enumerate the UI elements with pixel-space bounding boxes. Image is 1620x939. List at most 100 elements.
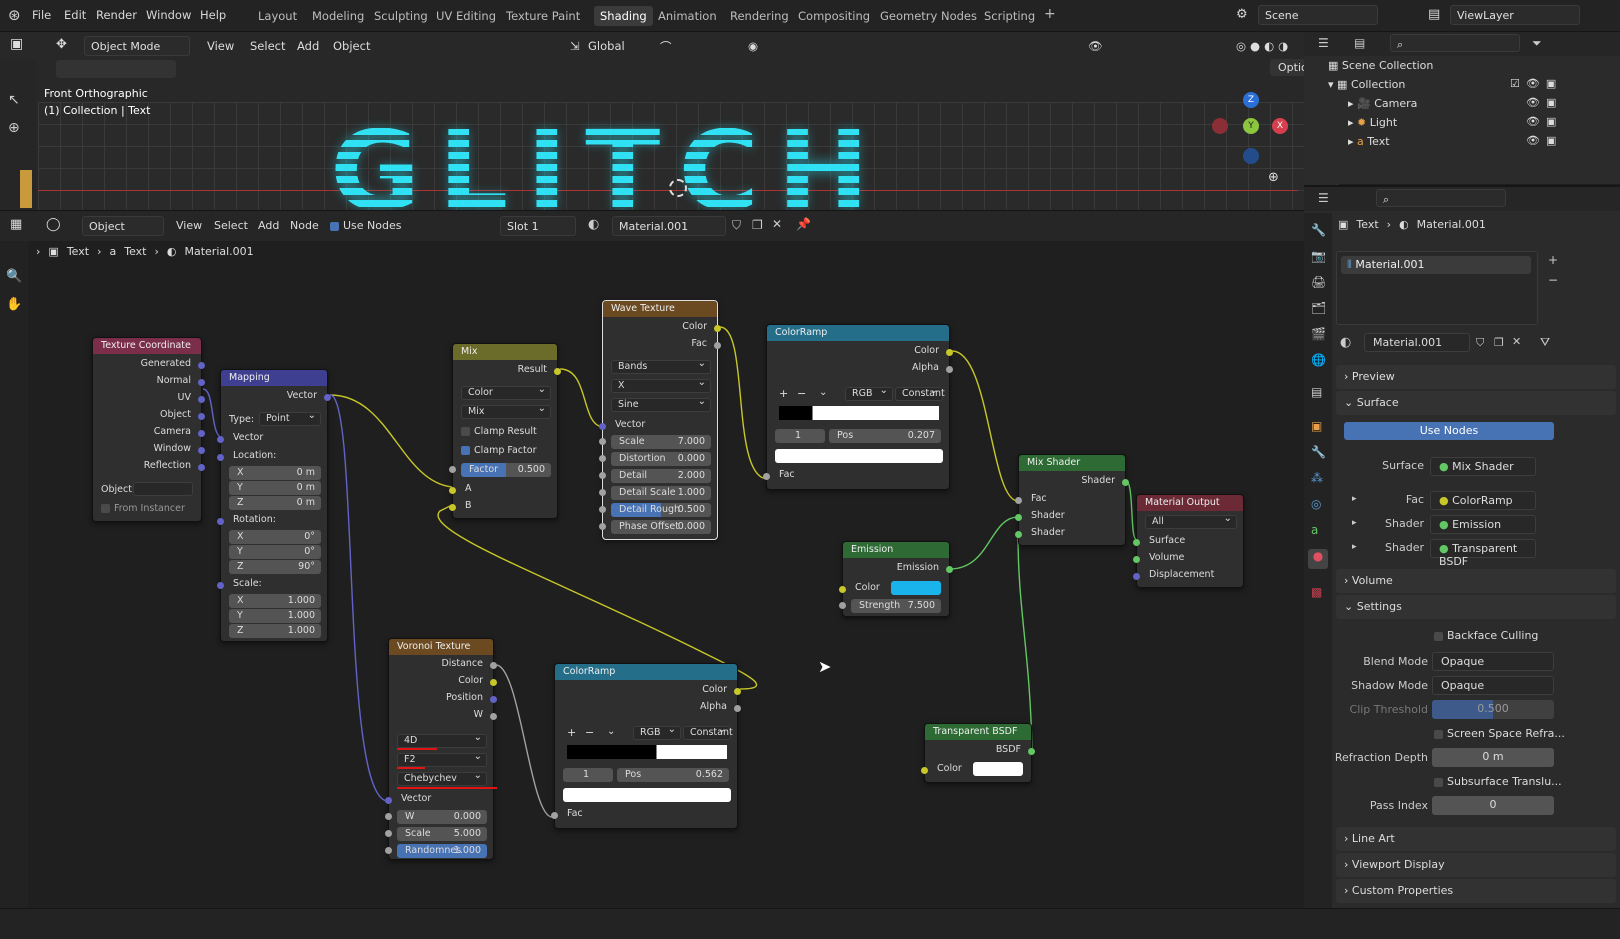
collection-toggles[interactable]: ☑👁▣: [1510, 77, 1562, 90]
socket[interactable]: [449, 487, 456, 494]
node-menu-add[interactable]: Add: [258, 219, 279, 232]
data-tab-icon[interactable]: a: [1311, 523, 1318, 537]
stop-position[interactable]: Pos 0.562: [617, 768, 729, 782]
stop-color-swatch[interactable]: [775, 449, 943, 463]
socket[interactable]: [198, 464, 205, 471]
stop-index[interactable]: 1: [563, 768, 613, 782]
socket[interactable]: [714, 325, 721, 332]
socket[interactable]: [734, 688, 741, 695]
remove-slot-icon[interactable]: −: [1548, 273, 1558, 287]
browse-node-icon[interactable]: ⛛: [1540, 335, 1550, 350]
outliner-row[interactable]: ▸ ✹ Light: [1348, 116, 1397, 129]
node-mix-shader[interactable]: Mix Shader Shader Fac Shader Shader: [1015, 454, 1129, 546]
socket[interactable]: [449, 466, 456, 473]
add-slot-icon[interactable]: +: [1548, 253, 1558, 267]
scene-icon[interactable]: ⚙: [1236, 7, 1248, 22]
wave-type-dropdown[interactable]: Bands: [611, 358, 711, 374]
fake-user-icon[interactable]: ⛉: [732, 218, 741, 233]
expand-icon[interactable]: ▸: [1348, 135, 1354, 148]
gizmo-y[interactable]: Y: [1243, 118, 1259, 134]
clip-threshold-slider[interactable]: 0.500: [1432, 700, 1554, 719]
panel-settings[interactable]: ⌄ Settings: [1336, 595, 1616, 619]
tab-modeling[interactable]: Modeling: [312, 9, 364, 23]
output-tab-icon[interactable]: 🖨: [1311, 275, 1326, 289]
display-mode-icon[interactable]: ▤: [1354, 36, 1365, 50]
emission-strength[interactable]: Strength 7.500: [851, 599, 941, 613]
filter-icon[interactable]: ⏷: [1532, 36, 1542, 51]
proportional-edit-icon[interactable]: ◉: [748, 39, 758, 53]
socket[interactable]: [1122, 479, 1129, 486]
material-slot-list[interactable]: ⦀ Material.001: [1336, 251, 1538, 325]
tool-tab-icon[interactable]: 🔧: [1311, 223, 1326, 237]
material-name-field[interactable]: Material.001: [1364, 333, 1470, 352]
surface-shader-field[interactable]: ● Mix Shader: [1430, 457, 1536, 476]
stop-color-swatch[interactable]: [563, 788, 731, 802]
zoom-icon[interactable]: 🔍: [6, 269, 22, 284]
tab-sculpting[interactable]: Sculpting: [374, 9, 428, 23]
clamp-result-checkbox[interactable]: Clamp Result: [461, 426, 537, 437]
panel-line-art[interactable]: › Line Art: [1336, 827, 1616, 851]
add-stop-icon[interactable]: +: [567, 726, 576, 739]
subsurface-translucency-checkbox[interactable]: Subsurface Translu...: [1434, 775, 1562, 788]
socket[interactable]: [217, 518, 224, 525]
outliner-search[interactable]: ⌕: [1390, 34, 1520, 52]
collapse-icon[interactable]: ▾: [1328, 78, 1334, 91]
socket[interactable]: [217, 454, 224, 461]
stop-position[interactable]: Pos 0.207: [829, 429, 941, 443]
3d-viewport[interactable]: ▣ ✥ Object Mode View Select Add Object ⇲…: [0, 32, 1340, 210]
outliner-row[interactable]: ▦ Scene Collection: [1328, 59, 1433, 72]
voronoi-feature-dropdown[interactable]: F2: [397, 751, 487, 767]
gizmo-neg-x[interactable]: [1212, 118, 1228, 134]
node-material-output[interactable]: Material Output All Surface Volume Displ…: [1133, 494, 1244, 588]
screen-space-refraction-checkbox[interactable]: Screen Space Refra...: [1434, 727, 1565, 740]
use-nodes-button[interactable]: Use Nodes: [1344, 422, 1554, 440]
text-toggles[interactable]: 👁▣: [1526, 134, 1562, 147]
glitch-text-object[interactable]: GLITCH: [330, 116, 887, 210]
tab-shading[interactable]: Shading: [594, 6, 653, 26]
from-instancer-checkbox[interactable]: From Instancer: [101, 503, 185, 514]
transform-orientation[interactable]: Global: [588, 39, 625, 53]
outliner[interactable]: ☰ ▤ ⌕ ⏷ ▦ Scene Collection ▾ ▦ Collectio…: [1304, 32, 1620, 184]
expand-icon[interactable]: ▸: [1348, 97, 1354, 110]
fake-user-icon[interactable]: ⛉: [1476, 336, 1484, 350]
pass-index-field[interactable]: 0: [1432, 796, 1554, 815]
panel-volume[interactable]: › Volume: [1336, 569, 1616, 593]
visibility-icon[interactable]: 👁: [1088, 39, 1103, 53]
socket[interactable]: [198, 362, 205, 369]
panel-preview[interactable]: › Preview: [1336, 365, 1616, 389]
unlink-material-icon[interactable]: ✕: [772, 217, 782, 231]
socket[interactable]: [714, 342, 721, 349]
mix-data-type-dropdown[interactable]: Color: [461, 384, 551, 400]
gizmo-neg-z[interactable]: [1243, 148, 1259, 164]
mode-selector[interactable]: Object Mode: [84, 36, 190, 56]
menu-file[interactable]: File: [32, 8, 51, 22]
socket[interactable]: [921, 767, 928, 774]
render-tab-icon[interactable]: 📷: [1311, 249, 1326, 263]
node-colorramp-2[interactable]: ColorRamp Color Alpha + − ⌄ RGB Constant…: [551, 663, 741, 829]
shadow-mode-dropdown[interactable]: Opaque: [1432, 676, 1554, 695]
socket[interactable]: [946, 566, 953, 573]
interpolation-dropdown[interactable]: Constant: [895, 385, 945, 401]
add-workspace-icon[interactable]: +: [1044, 6, 1056, 22]
socket[interactable]: [551, 812, 558, 819]
cursor-tool-icon[interactable]: ⊕: [8, 120, 20, 136]
duplicate-material-icon[interactable]: ❐: [752, 218, 763, 232]
gizmo-z[interactable]: Z: [1243, 92, 1259, 108]
socket[interactable]: [198, 413, 205, 420]
view-layer-tab-icon[interactable]: 🗂: [1311, 301, 1326, 315]
navigation-gizmo[interactable]: Z Y X: [1212, 92, 1292, 172]
texture-tab-icon[interactable]: ▩: [1311, 585, 1322, 599]
ramp-menu-icon[interactable]: ⌄: [607, 726, 615, 737]
scene-selector[interactable]: Scene: [1258, 5, 1378, 25]
tab-layout[interactable]: Layout: [258, 9, 297, 23]
node-texture-coordinate[interactable]: Texture Coordinate Generated Normal UV O…: [92, 337, 205, 522]
outliner-row[interactable]: ▸ 🎥 Camera: [1348, 97, 1417, 110]
socket[interactable]: [599, 423, 606, 430]
menu-render[interactable]: Render: [96, 8, 137, 22]
use-nodes-checkbox[interactable]: Use Nodes: [330, 219, 402, 232]
color-ramp-gradient[interactable]: [779, 406, 939, 420]
transparent-color-swatch[interactable]: [973, 762, 1023, 776]
modifier-tab-icon[interactable]: 🔧: [1311, 445, 1326, 459]
node-menu-view[interactable]: View: [176, 219, 202, 232]
remove-stop-icon[interactable]: −: [585, 726, 594, 739]
